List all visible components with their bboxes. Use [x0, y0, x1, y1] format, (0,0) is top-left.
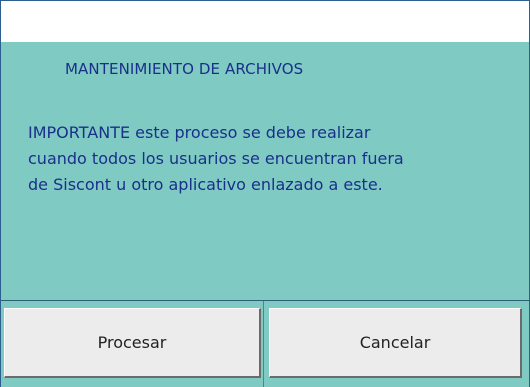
- warning-message-line-2: cuando todos los usuarios se encuentran …: [28, 149, 404, 168]
- dialog-title-strip: [1, 1, 529, 42]
- button-bar: Procesar Cancelar: [1, 300, 529, 387]
- warning-message-line-1: IMPORTANTE este proceso se debe realizar: [28, 123, 371, 142]
- button-divider: [263, 301, 264, 387]
- warning-message-line-3: de Siscont u otro aplicativo enlazado a …: [28, 175, 383, 194]
- dialog-content: MANTENIMIENTO DE ARCHIVOS IMPORTANTE est…: [1, 42, 529, 387]
- cancel-button[interactable]: Cancelar: [269, 308, 522, 378]
- process-button[interactable]: Procesar: [4, 308, 261, 378]
- warning-message: IMPORTANTE este proceso se debe realizar…: [28, 120, 488, 198]
- maintenance-dialog: MANTENIMIENTO DE ARCHIVOS IMPORTANTE est…: [0, 0, 530, 387]
- dialog-heading: MANTENIMIENTO DE ARCHIVOS: [65, 60, 304, 78]
